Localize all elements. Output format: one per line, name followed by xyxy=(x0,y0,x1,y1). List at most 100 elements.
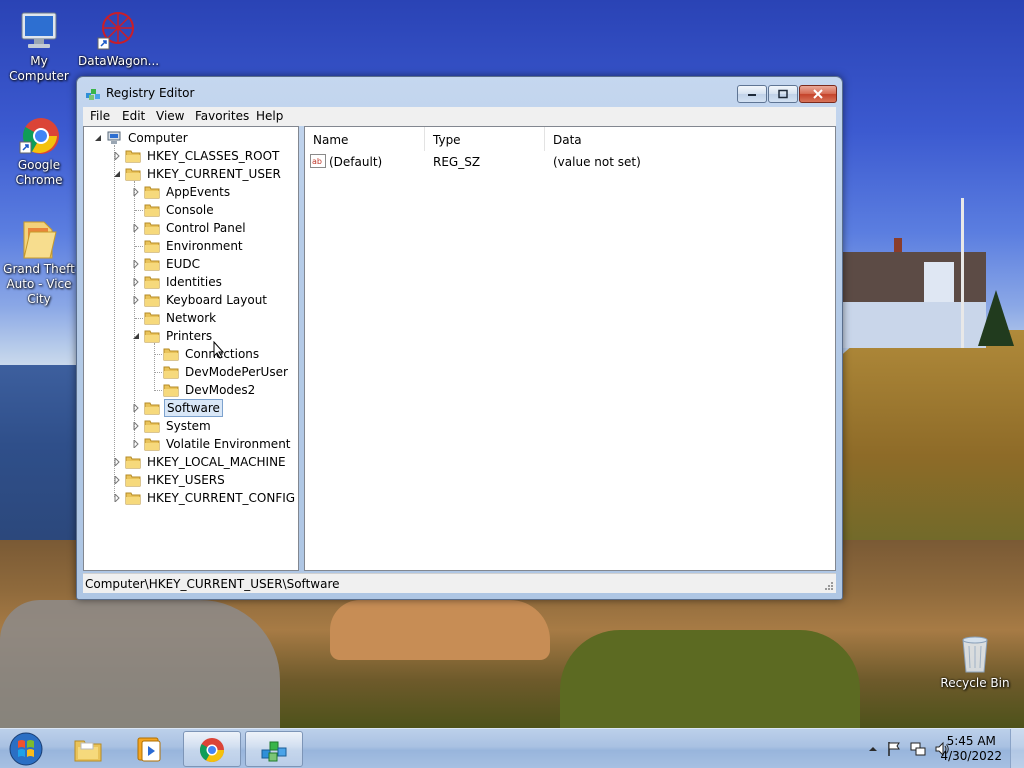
menu-file[interactable]: File xyxy=(90,109,110,123)
collapsed-arrow-icon[interactable] xyxy=(132,422,140,430)
menu-view[interactable]: View xyxy=(156,109,184,123)
folder-icon xyxy=(125,492,141,505)
mouse-cursor-icon xyxy=(213,341,225,359)
folder-icon xyxy=(163,366,179,379)
folder-icon xyxy=(144,186,160,199)
menu-help[interactable]: Help xyxy=(256,109,283,123)
value-type: REG_SZ xyxy=(433,155,481,169)
wallpaper-house xyxy=(842,238,986,348)
clock-time: 5:45 AM xyxy=(946,734,996,748)
collapsed-arrow-icon[interactable] xyxy=(113,152,121,160)
registry-editor-icon xyxy=(261,741,287,762)
desktop-icon-label: My Computer xyxy=(9,54,69,83)
folder-icon xyxy=(144,312,160,325)
collapsed-arrow-icon[interactable] xyxy=(132,260,140,268)
desktop-icon-label: DataWagon... xyxy=(78,54,160,68)
network-icon[interactable] xyxy=(910,741,926,757)
folder-icon xyxy=(163,348,179,361)
chrome-icon xyxy=(18,114,60,156)
maximize-button[interactable] xyxy=(768,85,798,103)
clock[interactable]: 5:45 AM 4/30/2022 xyxy=(940,734,1002,764)
folder-open-icon xyxy=(125,168,141,181)
show-desktop-button[interactable] xyxy=(1010,729,1024,768)
desktop-icon-label: Recycle Bin xyxy=(940,676,1010,690)
folder-icon xyxy=(144,258,160,271)
column-header-name[interactable]: Name xyxy=(305,127,425,151)
taskbar-registry-editor[interactable] xyxy=(245,731,303,767)
status-bar: Computer\HKEY_CURRENT_USER\Software xyxy=(83,573,836,593)
desktop-icon-google-chrome[interactable]: Google Chrome xyxy=(0,114,78,188)
recycle-bin-icon xyxy=(954,632,996,674)
folder-icon xyxy=(144,204,160,217)
folder-icon xyxy=(144,402,160,415)
collapsed-arrow-icon[interactable] xyxy=(132,224,140,232)
clock-date: 4/30/2022 xyxy=(940,749,1002,763)
wallpaper-shrub xyxy=(560,630,860,728)
title-bar[interactable]: Registry Editor xyxy=(77,77,842,107)
expanded-arrow-icon[interactable] xyxy=(113,170,121,178)
minimize-button[interactable] xyxy=(737,85,767,103)
resize-grip-icon[interactable] xyxy=(824,581,834,591)
status-path: Computer\HKEY_CURRENT_USER\Software xyxy=(85,577,340,591)
show-hidden-icons-icon[interactable] xyxy=(868,744,878,754)
computer-icon xyxy=(18,10,60,52)
window-title: Registry Editor xyxy=(106,86,195,100)
folder-icon xyxy=(125,150,141,163)
folder-icon xyxy=(144,276,160,289)
collapsed-arrow-icon[interactable] xyxy=(132,296,140,304)
folder-icon xyxy=(18,218,60,260)
folder-icon xyxy=(74,740,102,762)
folder-icon xyxy=(144,240,160,253)
registry-editor-window[interactable]: Registry Editor File Edit View Favorites… xyxy=(76,76,843,600)
value-data: (value not set) xyxy=(553,155,641,169)
collapsed-arrow-icon[interactable] xyxy=(113,494,121,502)
folder-open-icon xyxy=(144,330,160,343)
tree-connector xyxy=(154,343,155,389)
desktop-icon-gta-vice-city[interactable]: Grand Theft Auto - Vice City xyxy=(0,218,78,307)
collapsed-arrow-icon[interactable] xyxy=(113,458,121,466)
folder-icon xyxy=(144,438,160,451)
expanded-arrow-icon[interactable] xyxy=(94,134,102,142)
datawagon-icon xyxy=(96,10,138,52)
desktop-icon-label: Grand Theft Auto - Vice City xyxy=(3,262,75,306)
folder-icon xyxy=(144,294,160,307)
media-player-icon xyxy=(137,737,161,762)
svg-text:ab: ab xyxy=(312,157,322,166)
collapsed-arrow-icon[interactable] xyxy=(132,440,140,448)
wallpaper-rock xyxy=(330,600,550,660)
windows-logo-icon xyxy=(9,732,43,766)
column-header-type[interactable]: Type xyxy=(425,127,545,151)
taskbar-explorer[interactable] xyxy=(60,731,118,767)
folder-icon xyxy=(163,384,179,397)
menu-bar: File Edit View Favorites Help xyxy=(83,107,836,126)
wallpaper-tree xyxy=(978,290,1014,346)
system-tray: 5:45 AM 4/30/2022 xyxy=(844,729,1024,768)
desktop-icon-my-computer[interactable]: My Computer xyxy=(0,10,78,84)
taskbar-media-player[interactable] xyxy=(121,731,179,767)
collapsed-arrow-icon[interactable] xyxy=(132,278,140,286)
expanded-arrow-icon[interactable] xyxy=(132,332,140,340)
desktop-icon-label: Google Chrome xyxy=(15,158,63,187)
folder-icon xyxy=(125,456,141,469)
collapsed-arrow-icon[interactable] xyxy=(132,404,140,412)
wallpaper-rock xyxy=(0,600,280,728)
start-button[interactable] xyxy=(6,731,46,767)
close-button[interactable] xyxy=(799,85,837,103)
collapsed-arrow-icon[interactable] xyxy=(113,476,121,484)
value-name: (Default) xyxy=(329,155,383,169)
menu-favorites[interactable]: Favorites xyxy=(195,109,249,123)
action-center-flag-icon[interactable] xyxy=(886,741,902,757)
chrome-icon xyxy=(199,738,224,763)
list-header: Name Type Data xyxy=(305,127,835,151)
registry-tree[interactable]: Computer HKEY_CLASSES_ROOT HKEY_CURRENT_… xyxy=(83,126,299,571)
menu-edit[interactable]: Edit xyxy=(122,109,145,123)
wallpaper-flagpole xyxy=(961,198,964,348)
values-list[interactable]: Name Type Data ab (Default) REG_SZ (valu… xyxy=(304,126,836,571)
registry-editor-icon xyxy=(85,85,101,101)
taskbar: 5:45 AM 4/30/2022 xyxy=(0,728,1024,768)
desktop-icon-recycle-bin[interactable]: Recycle Bin xyxy=(936,632,1014,691)
column-header-data[interactable]: Data xyxy=(545,127,835,151)
taskbar-chrome[interactable] xyxy=(183,731,241,767)
collapsed-arrow-icon[interactable] xyxy=(132,188,140,196)
desktop-icon-datawagon[interactable]: DataWagon... xyxy=(78,10,160,69)
